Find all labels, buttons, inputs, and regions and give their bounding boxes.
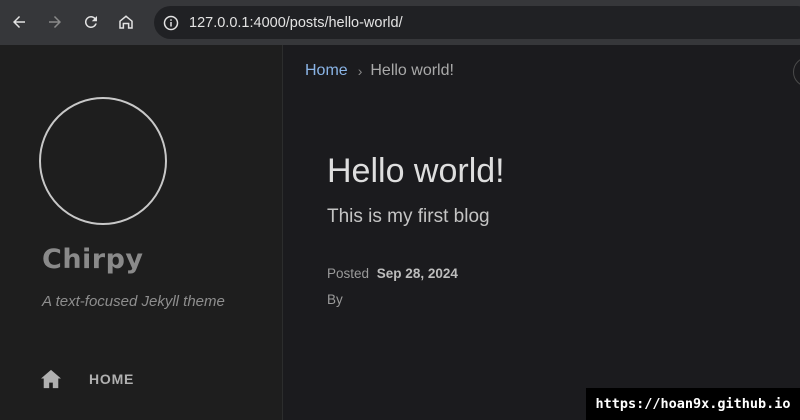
back-arrow-icon: [13, 16, 25, 28]
reload-button[interactable]: [77, 8, 105, 36]
sidebar-item-label: HOME: [89, 371, 135, 387]
post-author: By: [327, 292, 343, 307]
avatar[interactable]: [39, 97, 167, 225]
home-icon: [41, 369, 61, 389]
address-bar[interactable]: 127.0.0.1:4000/posts/hello-world/: [154, 6, 800, 39]
url-text[interactable]: 127.0.0.1:4000/posts/hello-world/: [189, 15, 403, 31]
breadcrumb: Home › Hello world!: [305, 62, 454, 80]
breadcrumb-home-link[interactable]: Home: [305, 62, 348, 80]
back-button[interactable]: [5, 8, 33, 36]
site-title[interactable]: Chirpy: [42, 244, 144, 275]
home-button[interactable]: [112, 8, 140, 36]
post-date: Sep 28, 2024: [376, 266, 458, 281]
search-button[interactable]: [793, 57, 800, 87]
sidebar-item-home[interactable]: HOME: [40, 369, 134, 389]
posted-label: Posted: [327, 266, 370, 281]
home-icon: [119, 15, 133, 29]
forward-button[interactable]: [41, 8, 69, 36]
breadcrumb-separator: ›: [357, 63, 363, 79]
forward-arrow-icon: [49, 16, 61, 28]
breadcrumb-current: Hello world!: [370, 62, 454, 79]
post-description: This is my first blog: [327, 206, 490, 227]
watermark: https://hoan9x.github.io: [586, 388, 800, 420]
post-meta: Posted Sep 28, 2024: [327, 266, 458, 281]
reload-icon: [84, 15, 97, 28]
sidebar: Chirpy A text-focused Jekyll theme HOME: [0, 45, 283, 420]
site-info-icon[interactable]: [163, 15, 179, 31]
post-title: Hello world!: [327, 152, 505, 190]
browser-toolbar: 127.0.0.1:4000/posts/hello-world/: [0, 0, 800, 45]
site-subtitle: A text-focused Jekyll theme: [42, 293, 225, 310]
